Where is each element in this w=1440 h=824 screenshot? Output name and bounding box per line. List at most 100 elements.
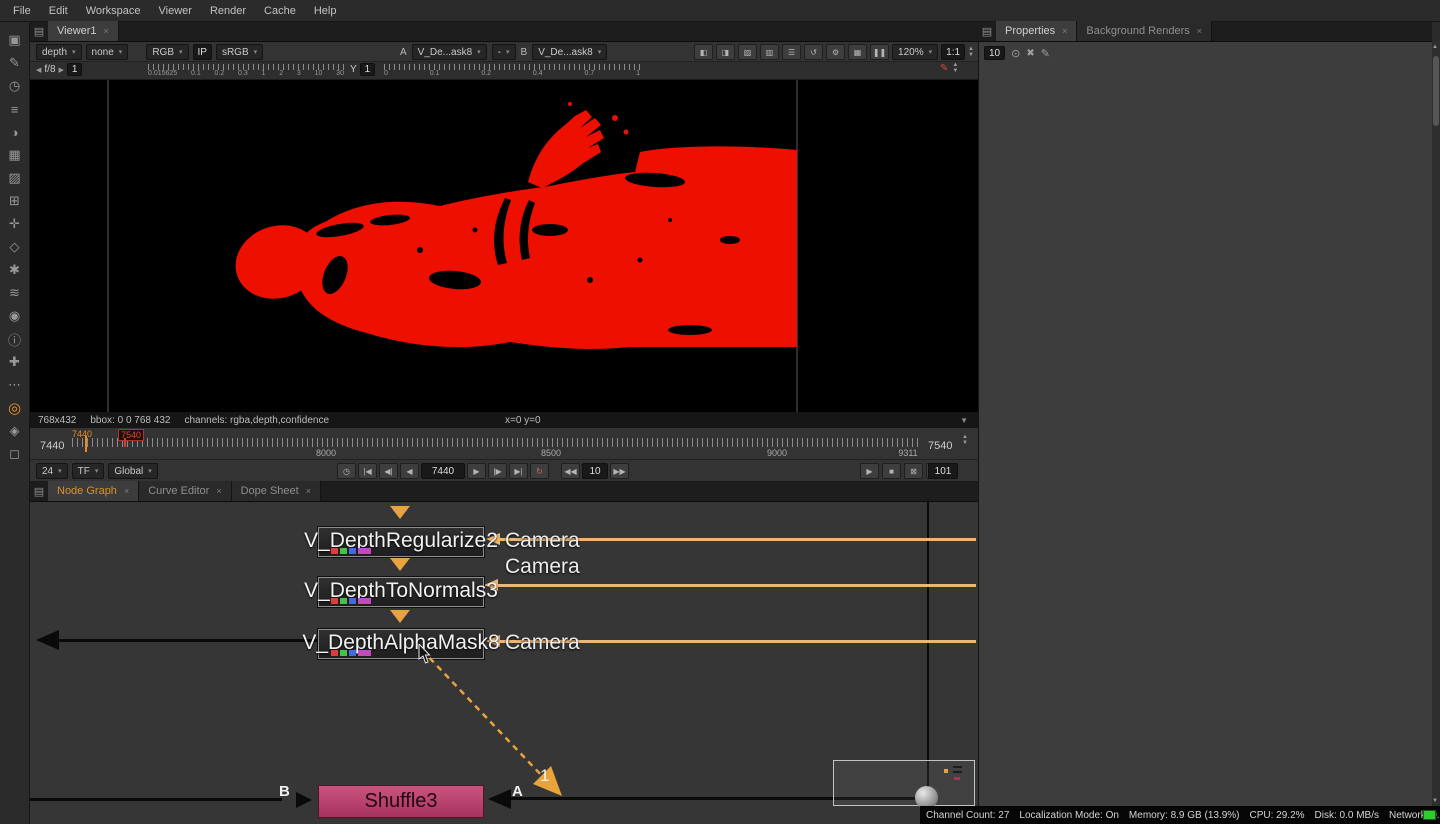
gain-next-icon[interactable]: ▶ xyxy=(59,66,64,74)
tab-node-graph-close-icon[interactable]: × xyxy=(124,486,129,496)
metadata-tool-icon[interactable]: ⓘ xyxy=(4,329,26,349)
node-shuffle[interactable]: Shuffle3 xyxy=(318,785,484,818)
timeline-end[interactable]: 7540 xyxy=(928,440,952,452)
zoom-select[interactable]: 120% xyxy=(892,44,938,60)
fps-select[interactable]: 24 xyxy=(36,463,68,479)
gain-prev-icon[interactable]: ◀ xyxy=(36,66,41,74)
tab-background-renders[interactable]: Background Renders × xyxy=(1077,21,1212,41)
tab-properties-close-icon[interactable]: × xyxy=(1062,26,1067,36)
blend-mode-select[interactable]: - xyxy=(492,44,516,60)
pause-icon[interactable]: ❚❚ xyxy=(870,44,889,60)
menu-file[interactable]: File xyxy=(4,2,40,20)
ofx-tool-icon[interactable]: ◎ xyxy=(4,398,26,418)
prev-keyframe-button[interactable]: ◀| xyxy=(379,463,398,479)
scrollbar-up-icon[interactable]: ▲ xyxy=(1432,44,1438,50)
timeline-start[interactable]: 7440 xyxy=(40,440,64,452)
tab-dope-sheet-close-icon[interactable]: × xyxy=(306,486,311,496)
next-keyframe-button[interactable]: |▶ xyxy=(488,463,507,479)
tab-properties[interactable]: Properties × xyxy=(996,21,1077,41)
properties-scrollbar[interactable]: ▲ ▼ xyxy=(1432,42,1440,806)
viewer-toolbar-spinner[interactable]: ▲▼ xyxy=(968,46,974,58)
gamma-value-field[interactable]: 1 xyxy=(360,63,376,76)
lock-range-icon[interactable]: ⊠ xyxy=(904,463,923,479)
ab-compare-icon[interactable]: ◨ xyxy=(716,44,735,60)
merge-tool-icon[interactable]: ⊞ xyxy=(4,191,26,211)
menu-viewer[interactable]: Viewer xyxy=(150,2,201,20)
menu-icon[interactable]: ☰ xyxy=(782,44,801,60)
color-tool-icon[interactable]: ◑ xyxy=(4,122,26,142)
tab-dope-sheet[interactable]: Dope Sheet × xyxy=(232,481,321,501)
first-frame-button[interactable]: |◀ xyxy=(358,463,377,479)
max-panels-field[interactable]: 10 xyxy=(984,46,1005,60)
alphamask-input-arrow[interactable] xyxy=(390,610,410,623)
nodegraph-navigator[interactable] xyxy=(833,760,975,806)
assist-tool-icon[interactable]: ◻ xyxy=(4,444,26,464)
range-mode-select[interactable]: Global xyxy=(108,463,157,479)
grid-icon[interactable]: ▦ xyxy=(848,44,867,60)
tab-background-renders-close-icon[interactable]: × xyxy=(1197,26,1202,36)
step-forward-button[interactable]: ▶▶ xyxy=(610,463,629,479)
draw-tool-icon[interactable]: ✎ xyxy=(4,53,26,73)
loop-button[interactable]: ↻ xyxy=(530,463,549,479)
overlay-icon[interactable]: ▥ xyxy=(760,44,779,60)
tf-select[interactable]: TF xyxy=(72,463,105,479)
menu-cache[interactable]: Cache xyxy=(255,2,305,20)
threed-tool-icon[interactable]: ◇ xyxy=(4,237,26,257)
pin-panels-icon[interactable]: ⊙ xyxy=(1011,47,1020,60)
viewer-canvas[interactable] xyxy=(30,80,978,412)
node-depth-alpha-mask[interactable]: V_DepthAlphaMask8 xyxy=(318,629,484,659)
fstop-label[interactable]: f/8 xyxy=(44,64,55,75)
colorspace-select[interactable]: sRGB xyxy=(216,44,263,60)
clear-panels-icon[interactable]: ✖ xyxy=(1026,48,1034,59)
timeline-ruler[interactable] xyxy=(72,438,922,447)
play-backward-button[interactable]: ◀ xyxy=(400,463,419,479)
viewer-settings-icon[interactable]: ⚙ xyxy=(826,44,845,60)
gain-row-spinner[interactable]: ▲▼ xyxy=(952,62,958,74)
scrollbar-down-icon[interactable]: ▼ xyxy=(1432,798,1438,804)
keyer-tool-icon[interactable]: ▨ xyxy=(4,168,26,188)
regularize-input-arrow[interactable] xyxy=(390,506,410,519)
toolsets-tool-icon[interactable]: ✚ xyxy=(4,352,26,372)
info-expand-icon[interactable]: ▼ xyxy=(960,416,968,425)
alpha-select[interactable]: none xyxy=(86,44,129,60)
ip-toggle[interactable]: IP xyxy=(193,44,212,60)
nodegraph-panel-icon[interactable]: ▤ xyxy=(30,481,48,501)
display-channel-select[interactable]: RGB xyxy=(146,44,188,60)
menu-workspace[interactable]: Workspace xyxy=(77,2,150,20)
step-back-button[interactable]: ◀◀ xyxy=(561,463,580,479)
tab-curve-editor[interactable]: Curve Editor × xyxy=(139,481,231,501)
frame-step-field[interactable]: 10 xyxy=(582,463,608,479)
checker-icon[interactable]: ▨ xyxy=(738,44,757,60)
flipbook-button[interactable]: ▶ xyxy=(860,463,879,479)
particles-tool-icon[interactable]: ✱ xyxy=(4,260,26,280)
channel-tool-icon[interactable]: ≡ xyxy=(4,99,26,119)
input-a-select[interactable]: V_De...ask8 xyxy=(412,44,487,60)
wipe-icon[interactable]: ◧ xyxy=(694,44,713,60)
other-tool-icon[interactable]: ⋯ xyxy=(4,375,26,395)
timeline-spinner[interactable]: ▲▼ xyxy=(962,434,968,446)
transform-tool-icon[interactable]: ✛ xyxy=(4,214,26,234)
node-depth-regularize[interactable]: V_DepthRegularize2 xyxy=(318,527,484,557)
node-depth-to-normals[interactable]: V_DepthToNormals3 xyxy=(318,577,484,607)
image-tool-icon[interactable]: ▣ xyxy=(4,30,26,50)
tonormals-input-arrow[interactable] xyxy=(390,558,410,571)
edit-panels-icon[interactable]: ✎ xyxy=(1041,47,1050,60)
filter-tool-icon[interactable]: ▦ xyxy=(4,145,26,165)
stop-render-button[interactable]: ■ xyxy=(882,463,901,479)
menu-edit[interactable]: Edit xyxy=(40,2,77,20)
retime-icon[interactable]: ◷ xyxy=(337,463,356,479)
annotate-icon[interactable]: ✎ xyxy=(940,63,948,74)
gain-value-field[interactable]: 1 xyxy=(67,63,83,76)
pixel-ratio[interactable]: 1:1 xyxy=(941,44,965,60)
time-tool-icon[interactable]: ◷ xyxy=(4,76,26,96)
tab-viewer1[interactable]: Viewer1 × xyxy=(48,21,119,41)
deep-tool-icon[interactable]: ≋ xyxy=(4,283,26,303)
input-b-select[interactable]: V_De...ask8 xyxy=(532,44,607,60)
viewer-panel-icon[interactable]: ▤ xyxy=(30,21,48,41)
last-frame-button[interactable]: ▶| xyxy=(509,463,528,479)
refresh-icon[interactable]: ↺ xyxy=(804,44,823,60)
layer-select[interactable]: depth xyxy=(36,44,82,60)
scrollbar-thumb[interactable] xyxy=(1433,56,1439,126)
play-forward-button[interactable]: ▶ xyxy=(467,463,486,479)
tab-node-graph[interactable]: Node Graph × xyxy=(48,481,139,501)
